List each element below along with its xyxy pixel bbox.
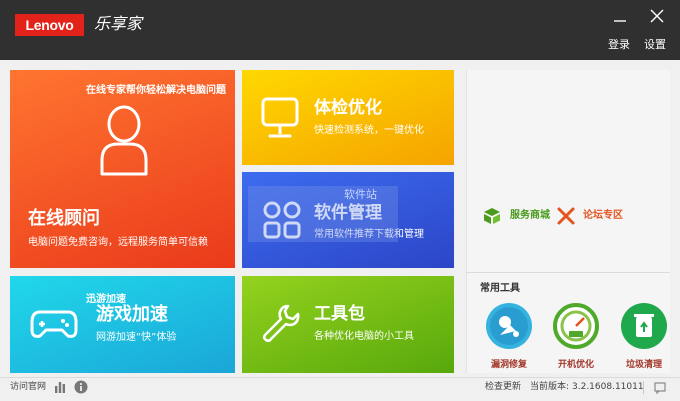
common-tools-title: 常用工具 bbox=[480, 283, 520, 294]
tool-junk-cleanup[interactable]: 垃圾清理 bbox=[620, 303, 668, 370]
forum-link[interactable]: 论坛专区 bbox=[583, 209, 623, 223]
check-update-link[interactable]: 检查更新 bbox=[485, 381, 521, 394]
tile-game-acceleration[interactable]: 迅游加速 游戏加速 网游加速“快”体验 bbox=[10, 276, 235, 373]
startup-optimize-label: 开机优化 bbox=[557, 360, 594, 370]
monitor-icon bbox=[261, 97, 299, 138]
version-number: 3.2.1608.11011 bbox=[572, 382, 644, 392]
wrench-icon bbox=[262, 304, 300, 343]
vulnerability-fix-label: 漏洞修复 bbox=[490, 360, 527, 370]
feedback-icon[interactable] bbox=[654, 382, 666, 394]
login-link[interactable]: 登录 bbox=[608, 38, 630, 52]
service-mall-link[interactable]: 服务商城 bbox=[510, 209, 550, 223]
version-label: 当前版本: bbox=[530, 382, 570, 392]
game-title: 游戏加速 bbox=[96, 304, 168, 325]
junk-cleanup-label: 垃圾清理 bbox=[625, 360, 662, 370]
check-subtitle: 快速检测系统，一键优化 bbox=[314, 125, 424, 136]
gamepad-icon bbox=[30, 310, 78, 338]
app-name: 乐享家 bbox=[94, 14, 143, 33]
game-subtitle: 网游加速“快”体验 bbox=[96, 332, 177, 343]
tile-online-consultant[interactable]: 在线顾问 电脑问题免费咨询，远程服务简单可信赖 bbox=[10, 70, 235, 268]
junk-cleanup-icon bbox=[621, 303, 667, 349]
startup-optimize-icon bbox=[553, 303, 599, 349]
consult-tagline: 在线专家帮你轻松解决电脑问题 bbox=[86, 85, 226, 96]
status-divider bbox=[643, 381, 644, 394]
minimize-icon[interactable] bbox=[612, 8, 628, 24]
close-icon[interactable] bbox=[649, 8, 665, 24]
tools-cross-icon bbox=[557, 207, 575, 225]
consult-subtitle: 电脑问题免费咨询，远程服务简单可信赖 bbox=[28, 237, 208, 248]
chart-icon[interactable] bbox=[54, 380, 66, 394]
check-title: 体检优化 bbox=[314, 98, 382, 118]
lenovo-logo: Lenovo bbox=[15, 14, 84, 36]
vulnerability-fix-icon bbox=[486, 303, 532, 349]
tile-checkup-optimize[interactable]: 体检优化 快速检测系统，一键优化 bbox=[242, 70, 454, 165]
box-icon bbox=[484, 208, 500, 224]
settings-link[interactable]: 设置 bbox=[644, 38, 666, 52]
consult-title: 在线顾问 bbox=[28, 208, 100, 229]
info-icon[interactable] bbox=[74, 380, 88, 394]
visit-website-link[interactable]: 访问官网 bbox=[10, 381, 46, 394]
tool-vulnerability-fix[interactable]: 漏洞修复 bbox=[485, 303, 533, 370]
tools-subtitle: 各种优化电脑的小工具 bbox=[314, 331, 414, 342]
watermark-text: 软件站 bbox=[344, 188, 377, 201]
tools-title: 工具包 bbox=[314, 304, 365, 324]
tool-startup-optimize[interactable]: 开机优化 bbox=[552, 303, 600, 370]
panel-divider bbox=[466, 272, 670, 273]
tile-toolkit[interactable]: 工具包 各种优化电脑的小工具 bbox=[242, 276, 454, 373]
user-icon bbox=[100, 105, 148, 176]
